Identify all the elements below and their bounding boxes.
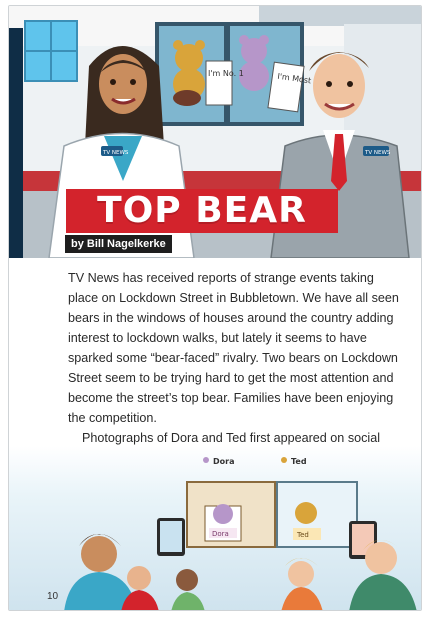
magazine-page: I'm No. 1 I'm Most TV NEWS TV NEWS TOP B… — [8, 5, 422, 611]
title-banner: TOP BEAR — [66, 189, 338, 233]
navy-edge-stripe — [9, 28, 23, 258]
tag-dora: Dora — [213, 457, 234, 466]
paragraph-1: TV News has received reports of strange … — [68, 271, 399, 425]
byline: by Bill Nagelkerke — [65, 235, 172, 253]
street-crowd-illustration: Dora Ted Dora Ted — [9, 446, 421, 610]
badge-left-text: TV NEWS — [102, 150, 129, 156]
article-title: TOP BEAR — [97, 190, 307, 231]
page-number: 10 — [47, 591, 59, 602]
plaque-ted: Ted — [296, 531, 309, 539]
sign-left-text: I'm No. 1 — [208, 69, 244, 78]
plaque-dora: Dora — [212, 530, 229, 538]
article-body: TV News has received reports of strange … — [68, 268, 404, 468]
badge-right-text: TV NEWS — [364, 150, 391, 156]
tag-ted: Ted — [291, 457, 307, 466]
